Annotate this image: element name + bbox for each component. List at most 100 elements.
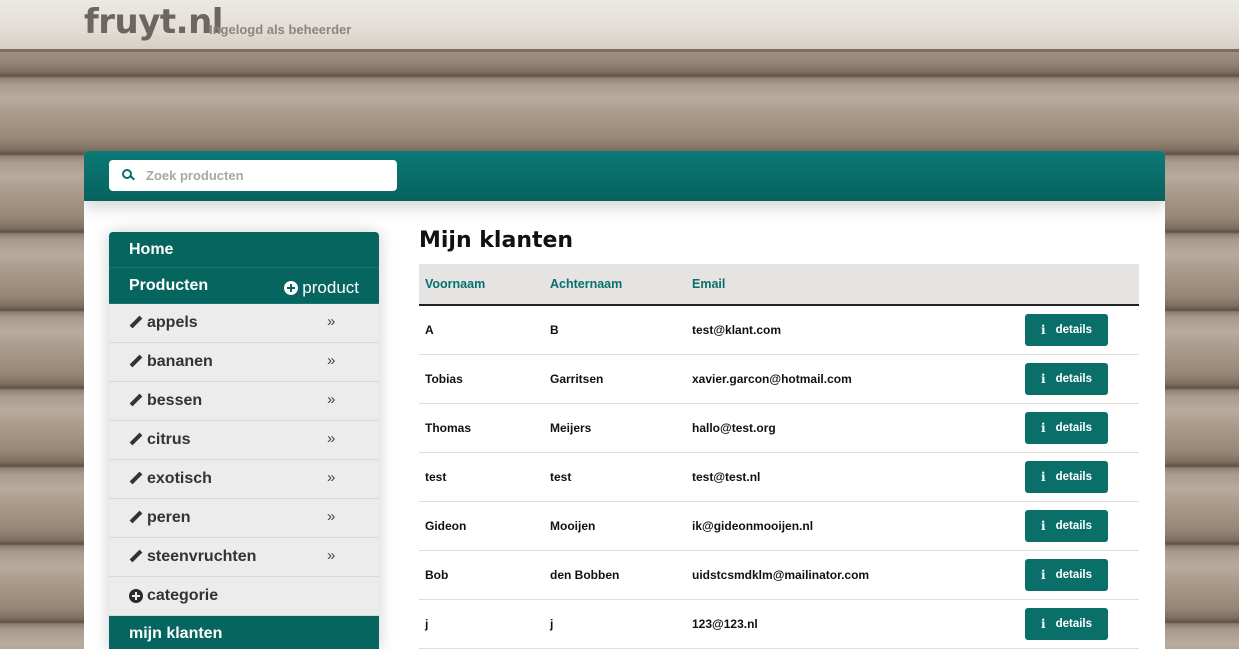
cell-last-name: B (550, 322, 559, 337)
cell-email: hallo@test.org (692, 420, 776, 435)
column-header-first-name[interactable]: Voornaam (419, 264, 544, 305)
cell-last-name: den Bobben (550, 567, 620, 582)
details-button[interactable]: i details (1025, 411, 1108, 444)
cell-actions: i details (1019, 550, 1139, 599)
column-header-email[interactable]: Email (686, 264, 1019, 305)
chevron-right-icon[interactable]: » (327, 352, 335, 369)
sidebar-item-label: Home (129, 240, 174, 258)
chevron-right-icon[interactable]: » (327, 391, 335, 408)
details-button[interactable]: i details (1025, 558, 1108, 591)
top-bar: fruyt.nl Ingelogd als beheerder (0, 0, 1239, 52)
cell-first-name: j (425, 616, 429, 631)
sidebar-category-item[interactable]: bessen » (109, 382, 379, 421)
main-content: Mijn klanten Voornaam Achternaam Email A… (419, 228, 1139, 649)
category-label: citrus (147, 431, 191, 448)
details-button[interactable]: i details (1025, 607, 1108, 640)
pencil-icon[interactable] (129, 550, 143, 564)
plus-circle-icon (284, 281, 299, 295)
sidebar-item-products[interactable]: Producten product (109, 268, 379, 304)
cell-first-name: Thomas (425, 420, 472, 435)
add-category-label: categorie (147, 587, 219, 604)
table-header-row: Voornaam Achternaam Email (419, 264, 1139, 305)
chevron-right-icon[interactable]: » (327, 469, 335, 486)
cell-email: xavier.garcon@hotmail.com (692, 371, 852, 386)
details-label: details (1055, 372, 1092, 385)
cell-actions: i details (1019, 403, 1139, 452)
cell-first-name: Tobias (425, 371, 463, 386)
add-category-button[interactable]: categorie (109, 577, 379, 616)
info-icon: i (1041, 322, 1046, 337)
sidebar-item-my-clients[interactable]: mijn klanten (109, 616, 379, 649)
category-label: steenvruchten (147, 548, 257, 565)
sidebar-category-item[interactable]: bananen » (109, 343, 379, 382)
table-row: A Btest@klant.com i details (419, 305, 1139, 354)
category-list: appels» bananen» bessen» citrus» exotisch» pe… (109, 304, 379, 577)
search-input[interactable] (146, 168, 376, 183)
search-icon (122, 168, 136, 183)
category-label: bananen (147, 353, 213, 370)
pencil-icon[interactable] (129, 394, 143, 408)
cell-first-name: test (425, 469, 447, 484)
chevron-right-icon[interactable]: » (327, 508, 335, 525)
cell-actions: i details (1019, 354, 1139, 403)
details-label: details (1055, 617, 1092, 630)
cell-first-name: A (425, 322, 434, 337)
category-label: peren (147, 509, 191, 526)
category-label: exotisch (147, 470, 212, 487)
sidebar-item-label: mijn klanten (129, 625, 223, 642)
sidebar-item-home[interactable]: Home (109, 232, 379, 268)
cell-email: uidstcsmdklm@mailinator.com (692, 567, 870, 582)
cell-last-name: Meijers (550, 420, 592, 435)
pencil-icon[interactable] (129, 316, 143, 330)
column-header-last-name[interactable]: Achternaam (544, 264, 686, 305)
chevron-right-icon[interactable]: » (327, 313, 335, 330)
panel-header (84, 151, 1165, 201)
sidebar-category-item[interactable]: appels » (109, 304, 379, 343)
pencil-icon[interactable] (129, 472, 143, 486)
sidebar-category-item[interactable]: steenvruchten » (109, 538, 379, 577)
cell-first-name: Bob (425, 567, 449, 582)
add-product-button[interactable]: product (284, 278, 359, 298)
category-label: appels (147, 314, 198, 331)
details-label: details (1055, 519, 1092, 532)
cell-actions: i details (1019, 501, 1139, 550)
cell-last-name: Garritsen (550, 371, 604, 386)
cell-email: ik@gideonmooijen.nl (692, 518, 814, 533)
table-row: Tobias Garritsen xavier.garcon@hotmail.com… (419, 354, 1139, 403)
cell-actions: i details (1019, 305, 1139, 354)
details-button[interactable]: i details (1025, 460, 1108, 493)
page-title: Mijn klanten (419, 228, 574, 253)
sidebar-category-item[interactable]: peren » (109, 499, 379, 538)
clients-table: Voornaam Achternaam Email A Btest@klant.c… (419, 264, 1139, 649)
details-button[interactable]: i details (1025, 313, 1108, 346)
info-icon: i (1041, 469, 1046, 484)
table-row: Gideon Mooijen ik@gideonmooijen.nl i details (419, 501, 1139, 550)
details-button[interactable]: i details (1025, 362, 1108, 395)
info-icon: i (1041, 616, 1046, 631)
table-row: test test test@test.nl i details (419, 452, 1139, 501)
cell-email: test@test.nl (692, 469, 761, 484)
info-icon: i (1041, 567, 1046, 582)
info-icon: i (1041, 371, 1046, 386)
table-row: j j 123@123.nl i details (419, 599, 1139, 648)
info-icon: i (1041, 518, 1046, 533)
search-box[interactable] (109, 160, 397, 191)
cell-last-name: j (550, 616, 554, 631)
main-panel: Home Producten product appels»bananen»be… (84, 151, 1165, 649)
brand-logo[interactable]: fruyt.nl (84, 2, 223, 42)
table-row: Thomas Meijers hallo@test.org i details (419, 403, 1139, 452)
chevron-right-icon[interactable]: » (327, 547, 335, 564)
pencil-icon[interactable] (129, 355, 143, 369)
sidebar-category-item[interactable]: citrus » (109, 421, 379, 460)
sidebar-category-item[interactable]: exotisch » (109, 460, 379, 499)
table-body: A Btest@klant.com i details Tobias Garritsen x… (419, 305, 1139, 648)
cell-first-name: Gideon (425, 518, 467, 533)
cell-actions: i details (1019, 599, 1139, 648)
pencil-icon[interactable] (129, 511, 143, 525)
pencil-icon[interactable] (129, 433, 143, 447)
column-header-actions (1019, 264, 1139, 305)
sidebar-item-label: Producten (129, 276, 209, 294)
category-label: bessen (147, 392, 203, 409)
details-button[interactable]: i details (1025, 509, 1108, 542)
chevron-right-icon[interactable]: » (327, 430, 335, 447)
